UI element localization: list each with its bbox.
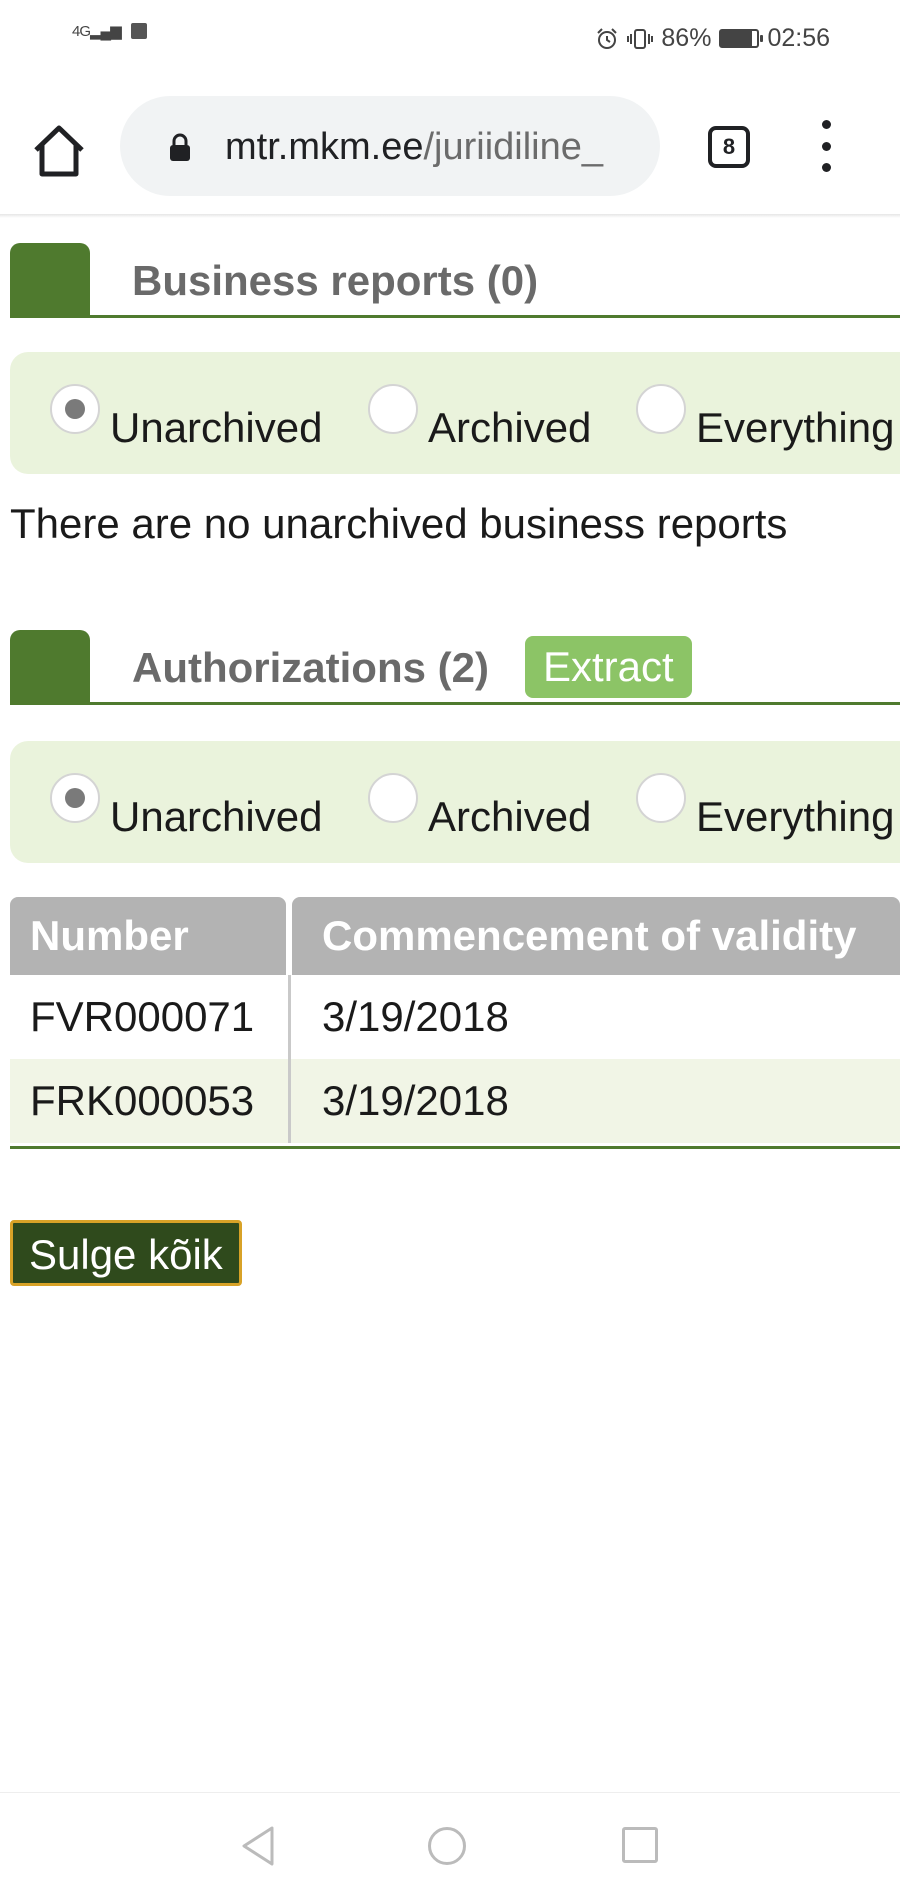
filter-unarchived[interactable]: Unarchived [50,773,322,841]
battery-icon [719,29,764,48]
battery-percent: 86% [661,24,712,52]
tab-count: 8 [722,134,736,159]
cell-number[interactable]: FVR000071 [10,975,286,1059]
table-header-row: Number Commencement of validity [10,897,900,975]
table-row[interactable]: FRK000053 3/19/2018 [10,1059,900,1143]
battery-level-fill [721,31,753,46]
notification-icon [130,23,147,39]
menu-dot [821,120,831,129]
status-bar: 4G▂▄▆ 86% 02:56 [0,0,900,78]
filter-everything[interactable]: Everything [636,773,894,841]
column-divider [288,975,291,1143]
radio-label: Everything [696,793,895,840]
browser-toolbar: mtr.mkm.ee/juriidiline_ 8 [0,78,900,218]
url-path: /juriidiline_ [423,126,604,168]
cell-commencement: 3/19/2018 [322,993,509,1040]
radio-label: Archived [428,404,592,451]
radio-button[interactable] [636,384,686,434]
vibrate-icon [627,28,654,49]
menu-icon[interactable] [816,120,836,172]
url-host: mtr.mkm.ee [225,126,424,168]
extract-button[interactable]: Extract [525,636,692,698]
column-header-number[interactable]: Number [10,897,286,975]
back-icon[interactable] [240,1825,276,1867]
empty-state-message: There are no unarchived business reports [10,500,788,547]
authorizations-header[interactable]: Authorizations (2) Extract [10,630,900,705]
signal-icon: 4G▂▄▆ [72,23,122,40]
table-row[interactable]: FVR000071 3/19/2018 [10,975,900,1059]
radio-label: Archived [428,793,592,840]
home-icon[interactable] [30,122,88,180]
authorizations-title: Authorizations (2) [132,644,489,691]
business-reports-header[interactable]: Business reports (0) [10,243,900,318]
cell-number[interactable]: FRK000053 [10,1059,286,1143]
section-toggle-tab[interactable] [10,243,90,315]
radio-button[interactable] [368,384,418,434]
url-text[interactable]: mtr.mkm.ee/juriidiline_ [225,126,603,169]
clock: 02:56 [767,24,830,52]
section-toggle-tab[interactable] [10,630,90,702]
lock-icon [170,133,190,161]
radio-label: Unarchived [110,793,323,840]
radio-button[interactable] [50,773,100,823]
radio-label: Everything [696,404,895,451]
column-header-commencement[interactable]: Commencement of validity [292,897,900,975]
business-reports-title: Business reports (0) [132,257,539,304]
toolbar-shadow [0,214,900,218]
menu-dot [821,163,831,172]
filter-archived[interactable]: Archived [368,384,591,452]
authorizations-table: Number Commencement of validity FVR00007… [10,897,900,1149]
authorizations-filter: Unarchived Archived Everything [10,741,900,863]
recent-apps-icon[interactable] [622,1827,658,1863]
close-all-button[interactable]: Sulge kõik [10,1220,242,1286]
menu-dot [821,141,831,151]
radio-label: Unarchived [110,404,323,451]
system-nav-bar [0,1792,900,1903]
tabs-icon[interactable]: 8 [708,126,750,168]
home-nav-icon[interactable] [428,1827,466,1865]
address-bar[interactable]: mtr.mkm.ee/juriidiline_ [120,96,660,196]
radio-button[interactable] [368,773,418,823]
network-type: 4G [72,23,91,40]
radio-button[interactable] [50,384,100,434]
filter-everything[interactable]: Everything [636,384,894,452]
filter-archived[interactable]: Archived [368,773,591,841]
cell-commencement: 3/19/2018 [322,1077,509,1124]
status-right: 86% 02:56 [595,24,830,53]
filter-unarchived[interactable]: Unarchived [50,384,322,452]
status-left: 4G▂▄▆ [72,22,147,40]
table-bottom-border [10,1146,900,1149]
radio-button[interactable] [636,773,686,823]
alarm-icon [597,27,618,49]
business-reports-filter: Unarchived Archived Everything [10,352,900,474]
